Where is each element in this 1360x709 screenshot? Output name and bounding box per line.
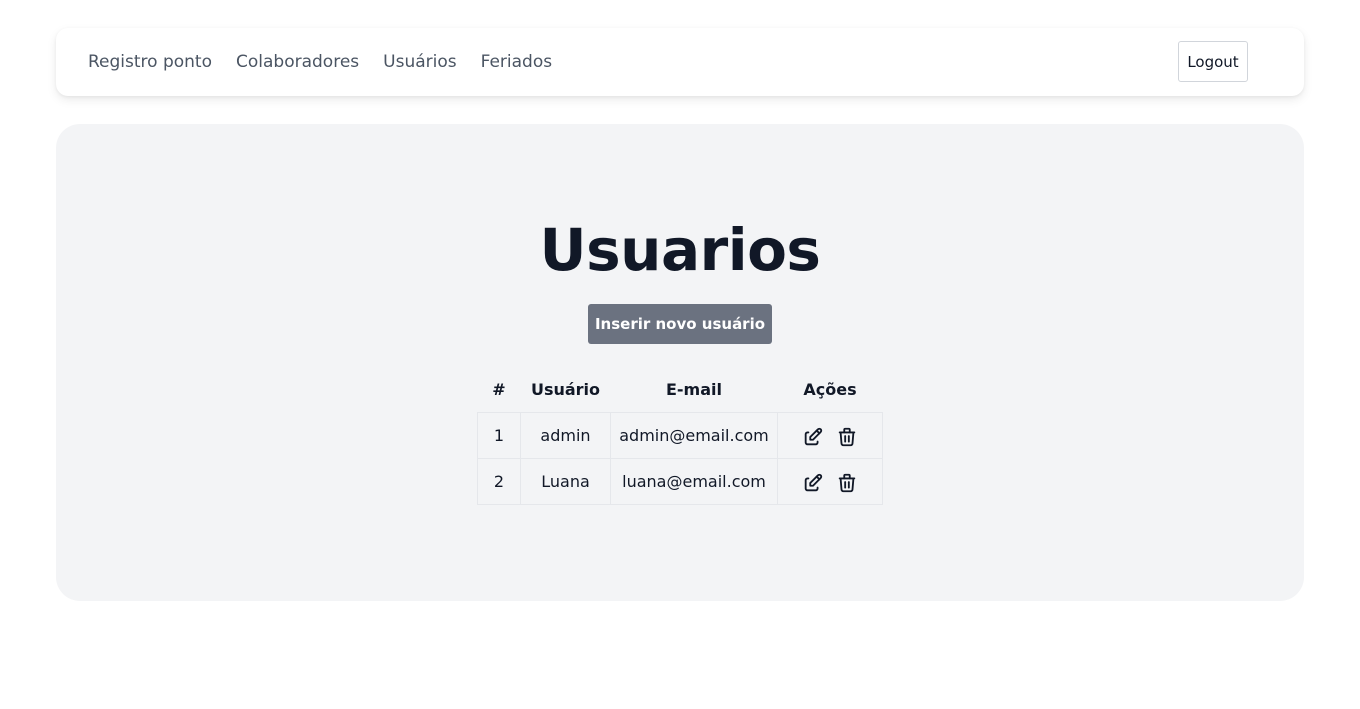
nav-link-usuarios[interactable]: Usuários [383,52,456,72]
row-actions [778,459,882,503]
nav-link-registro-ponto[interactable]: Registro ponto [88,52,212,72]
trash-icon[interactable] [836,472,858,494]
cell-user: Luana [520,457,611,505]
nav-links: Registro ponto Colaboradores Usuários Fe… [88,28,552,96]
top-navbar: Registro ponto Colaboradores Usuários Fe… [56,28,1304,96]
add-user-button[interactable]: Inserir novo usuário [588,304,772,344]
cell-num: 1 [477,411,521,459]
nav-link-colaboradores[interactable]: Colaboradores [236,52,359,72]
table-row: 1 admin admin@email.com [477,411,883,459]
nav-link-feriados[interactable]: Feriados [481,52,553,72]
trash-icon[interactable] [836,426,858,448]
cell-actions [777,411,883,459]
cell-email: admin@email.com [610,411,778,459]
page-title: Usuarios [539,216,821,284]
header-user: Usuário [530,380,601,400]
header-email: E-mail [665,380,722,400]
cell-user: admin [520,411,611,459]
table-row: 2 Luana luana@email.com [477,457,883,505]
table-header-row: # Usuário E-mail Ações [478,368,883,412]
header-num: # [492,380,506,400]
cell-num: 2 [477,457,521,505]
row-actions [778,413,882,457]
cell-email: luana@email.com [610,457,778,505]
main-panel: Usuarios Inserir novo usuário # Usuário … [56,124,1304,601]
users-table: # Usuário E-mail Ações 1 admin admin@ema… [477,368,883,505]
cell-actions [777,457,883,505]
edit-icon[interactable] [802,472,824,494]
edit-icon[interactable] [802,426,824,448]
header-actions: Ações [803,380,857,400]
logout-button[interactable]: Logout [1178,41,1248,82]
